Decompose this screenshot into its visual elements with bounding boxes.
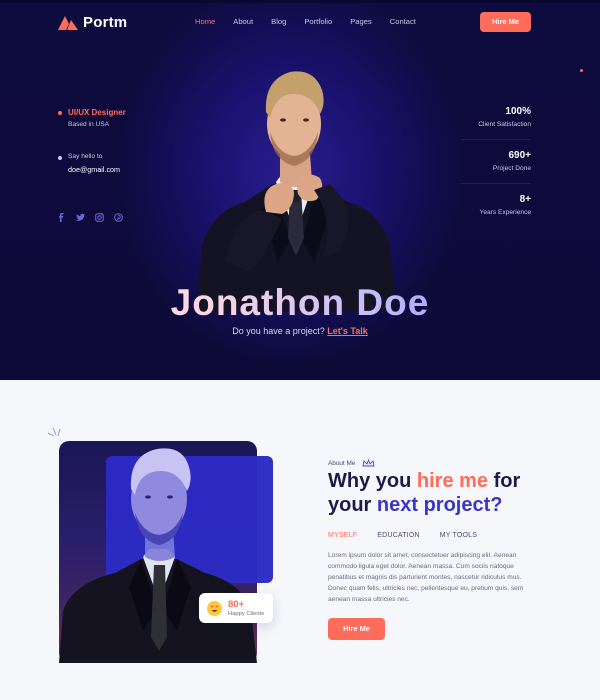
stats-panel: 100% Client Satisfaction 690+ Project Do… [461,106,531,238]
top-strip [0,0,600,3]
role-title: UI/UX Designer [68,108,126,117]
logo[interactable]: Portm [58,14,127,31]
main-nav: Home About Blog Portfolio Pages Contact [195,17,434,26]
heading-part: your [328,494,372,516]
stat-value: 690+ [508,150,531,161]
social-links [57,209,123,222]
bullet-dot [58,111,62,115]
heading-part: for [493,470,521,492]
bullet-dot [58,156,62,160]
badge-label: Happy Clients [228,611,265,617]
stat-label: Years Experience [479,209,531,216]
email-link[interactable]: doe@gmail.com [68,165,120,174]
stat-label: Client Satisfaction [478,121,531,128]
nav-blog[interactable]: Blog [271,17,286,26]
divider [461,139,531,140]
heading-part: Why you [328,470,412,492]
badge-value: 80+ [228,599,245,610]
stat-item: 100% Client Satisfaction [461,106,531,128]
crown-icon [362,459,375,467]
logo-mark-icon [58,15,78,30]
stat-value: 100% [505,106,531,117]
hero-section: Portm Home About Blog Portfolio Pages Co… [0,0,600,380]
spark-decor-icon [47,428,61,437]
nav-about[interactable]: About [233,17,253,26]
role-location: Based in USA [68,121,110,128]
about-heading: Why you hire me for your next project? [328,469,568,517]
twitter-icon[interactable] [76,209,85,221]
pinterest-icon[interactable] [114,209,123,222]
divider [461,183,531,184]
about-eyebrow: About Me [328,459,375,467]
contact-info: Say hello to doe@gmail.com [58,153,120,174]
hero-tagline: Do you have a project? Let's Talk [0,326,600,336]
hire-me-button[interactable]: Hire Me [328,618,385,640]
tagline-text: Do you have a project? [232,326,325,336]
hire-me-button-header[interactable]: Hire Me [480,12,531,32]
stat-label: Project Done [492,165,531,172]
heading-highlight: next project? [376,494,503,516]
nav-contact[interactable]: Contact [390,17,416,26]
happy-clients-badge: 80+ Happy Clients [199,593,273,623]
decor-dot [580,69,583,72]
tab-myself[interactable]: MYSELF [328,532,357,539]
nav-home[interactable]: Home [195,17,215,26]
instagram-icon[interactable] [95,209,104,222]
tab-my-tools[interactable]: MY TOOLS [440,532,477,539]
role-info: UI/UX Designer Based in USA [58,108,126,128]
lets-talk-link[interactable]: Let's Talk [327,326,368,336]
nav-pages[interactable]: Pages [350,17,372,26]
hero-portrait [195,71,397,312]
facebook-icon[interactable] [57,209,65,222]
about-label-text: About Me [328,459,356,467]
stat-value: 8+ [519,194,531,205]
nav-portfolio[interactable]: Portfolio [304,17,332,26]
stat-item: 690+ Project Done [461,150,531,172]
heading-highlight: hire me [416,470,489,492]
logo-text: Portm [83,14,128,31]
tab-education[interactable]: EDUCATION [377,532,420,539]
about-portrait [59,448,257,663]
about-paragraph: Lorem ipsum dolor sit amet, consectetuer… [328,552,524,603]
stat-item: 8+ Years Experience [461,194,531,216]
about-tabs: MYSELF EDUCATION MY TOOLS [328,532,477,539]
hello-label: Say hello to [68,153,103,160]
heart-eyes-emoji-icon [207,600,222,616]
hero-name: Jonathon Doe [0,282,600,324]
